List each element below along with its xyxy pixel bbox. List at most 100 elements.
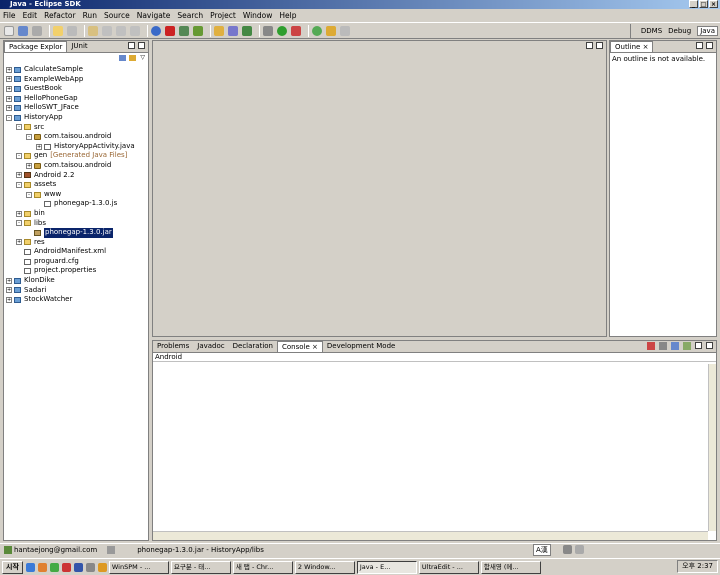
open-type-icon[interactable] bbox=[88, 25, 98, 36]
expand-icon[interactable]: + bbox=[26, 162, 32, 169]
view-menu-icon[interactable]: ▽ bbox=[140, 54, 145, 61]
tree-item[interactable]: + HistoryAppActivity.java bbox=[6, 142, 148, 152]
expand-icon[interactable]: + bbox=[6, 105, 12, 112]
history-icon[interactable] bbox=[116, 25, 126, 36]
ime-option-icon[interactable] bbox=[575, 545, 584, 554]
quicklaunch-icon[interactable] bbox=[97, 562, 107, 572]
collapse-icon[interactable]: - bbox=[26, 133, 32, 140]
tree-item[interactable]: - src bbox=[6, 123, 148, 133]
tab-problems[interactable]: Problems bbox=[153, 341, 193, 352]
tree-item[interactable]: proguard.cfg bbox=[6, 257, 148, 267]
link-with-editor-icon[interactable] bbox=[129, 55, 136, 61]
quicklaunch-icon[interactable] bbox=[49, 562, 59, 572]
print-icon[interactable] bbox=[32, 25, 42, 36]
quicklaunch-icon[interactable] bbox=[25, 562, 35, 572]
expand-icon[interactable]: + bbox=[16, 239, 22, 246]
close-icon[interactable]: × bbox=[643, 43, 649, 51]
scroll-lock-icon[interactable] bbox=[659, 342, 667, 350]
gwt-compile-icon[interactable] bbox=[151, 25, 161, 36]
minimize-button[interactable]: _ bbox=[689, 0, 698, 8]
tab-junit[interactable]: JUnit bbox=[67, 41, 91, 52]
save-icon[interactable] bbox=[18, 25, 28, 36]
task-messenger[interactable]: 함새영 (메... bbox=[480, 560, 541, 574]
tab-development-mode[interactable]: Development Mode bbox=[323, 341, 399, 352]
tree-item[interactable]: + res bbox=[6, 238, 148, 248]
expand-icon[interactable]: + bbox=[16, 172, 22, 179]
external-tools-icon[interactable] bbox=[291, 25, 301, 36]
collapse-icon[interactable]: - bbox=[26, 191, 32, 198]
menu-run[interactable]: Run bbox=[83, 11, 97, 20]
collapse-icon[interactable]: - bbox=[6, 114, 12, 121]
pin-icon[interactable] bbox=[130, 25, 140, 36]
task-explorer[interactable]: 요구분 - 태... bbox=[170, 560, 231, 574]
expand-icon[interactable]: + bbox=[16, 210, 22, 217]
tree-item[interactable]: + StockWatcher bbox=[6, 295, 148, 305]
close-button[interactable]: × bbox=[709, 0, 718, 8]
expand-icon[interactable]: + bbox=[6, 277, 12, 284]
ime-indicator[interactable]: A漢 bbox=[533, 544, 551, 556]
collapse-icon[interactable]: - bbox=[16, 220, 22, 227]
minimize-icon[interactable] bbox=[695, 342, 702, 349]
horizontal-scrollbar[interactable] bbox=[153, 531, 708, 540]
task-chrome[interactable]: 새 탭 - Chr... bbox=[232, 560, 293, 574]
task-ultraedit[interactable]: UltraEdit - ... bbox=[418, 560, 479, 574]
forward-icon[interactable] bbox=[67, 25, 77, 36]
new-class-icon[interactable] bbox=[242, 25, 252, 36]
tree-item[interactable]: + Sadari bbox=[6, 286, 148, 296]
fast-view-icon[interactable] bbox=[107, 545, 116, 554]
expand-icon[interactable]: + bbox=[6, 66, 12, 73]
tree-item[interactable]: AndroidManifest.xml bbox=[6, 247, 148, 257]
tree-item[interactable]: - HistoryApp bbox=[6, 113, 148, 123]
back-icon[interactable] bbox=[53, 25, 63, 36]
new-package-icon[interactable] bbox=[228, 25, 238, 36]
task-winspm[interactable]: WinSPM - ... bbox=[108, 560, 169, 574]
expand-icon[interactable]: + bbox=[6, 76, 12, 83]
google-deploy-icon[interactable] bbox=[165, 25, 175, 36]
minimize-icon[interactable] bbox=[128, 42, 135, 49]
collapse-icon[interactable]: - bbox=[16, 181, 22, 188]
quicklaunch-icon[interactable] bbox=[37, 562, 47, 572]
tab-package-explorer[interactable]: Package Explor bbox=[4, 41, 68, 52]
tree-item[interactable]: + CalculateSample bbox=[6, 65, 148, 75]
menu-edit[interactable]: Edit bbox=[23, 11, 38, 20]
display-console-icon[interactable] bbox=[671, 342, 679, 350]
quicklaunch-icon[interactable] bbox=[73, 562, 83, 572]
menu-project[interactable]: Project bbox=[210, 11, 236, 20]
quicklaunch-icon[interactable] bbox=[61, 562, 71, 572]
menu-window[interactable]: Window bbox=[243, 11, 273, 20]
clock[interactable]: 오후 2:37 bbox=[682, 562, 713, 570]
menu-refactor[interactable]: Refactor bbox=[44, 11, 75, 20]
new-icon[interactable] bbox=[4, 25, 14, 36]
expand-icon[interactable]: + bbox=[6, 287, 12, 294]
perspective-ddms[interactable]: DDMS bbox=[641, 27, 662, 35]
ime-tool-icon[interactable] bbox=[563, 545, 572, 554]
tree-item[interactable]: + Android 2.2 bbox=[6, 171, 148, 181]
tree-item[interactable]: + HelloPhoneGap bbox=[6, 94, 148, 104]
expand-icon[interactable]: + bbox=[6, 85, 12, 92]
tree-item[interactable]: + HelloSWT_JFace bbox=[6, 103, 148, 113]
collapse-icon[interactable]: - bbox=[16, 153, 22, 160]
tree-item[interactable]: + ExampleWebApp bbox=[6, 75, 148, 85]
tree-item[interactable]: + KlonDike bbox=[6, 276, 148, 286]
tree-item[interactable]: - com.taisou.android bbox=[6, 132, 148, 142]
perspective-java[interactable]: Java bbox=[697, 26, 718, 36]
android-avd-icon[interactable] bbox=[193, 25, 203, 36]
tree-item[interactable]: + com.taisou.android bbox=[6, 161, 148, 171]
menu-navigate[interactable]: Navigate bbox=[137, 11, 171, 20]
task-windows-group[interactable]: 2 Window... bbox=[294, 560, 355, 574]
expand-icon[interactable]: + bbox=[36, 143, 42, 150]
tree-item[interactable]: project.properties bbox=[6, 266, 148, 276]
task-eclipse[interactable]: Java - E... bbox=[356, 560, 417, 574]
close-icon[interactable]: × bbox=[312, 343, 318, 351]
tree-item[interactable]: - gen [Generated Java Files] bbox=[6, 151, 148, 161]
tab-console[interactable]: Console × bbox=[277, 341, 323, 352]
maximize-icon[interactable] bbox=[706, 342, 713, 349]
search-icon[interactable] bbox=[340, 25, 350, 36]
tree-item[interactable]: + bin bbox=[6, 209, 148, 219]
maximize-icon[interactable] bbox=[706, 42, 713, 49]
android-sdk-icon[interactable] bbox=[179, 25, 189, 36]
tree-item[interactable]: + GuestBook bbox=[6, 84, 148, 94]
open-resource-icon[interactable] bbox=[102, 25, 112, 36]
collapse-icon[interactable]: - bbox=[16, 124, 22, 131]
start-button[interactable]: 시작 bbox=[2, 560, 23, 574]
